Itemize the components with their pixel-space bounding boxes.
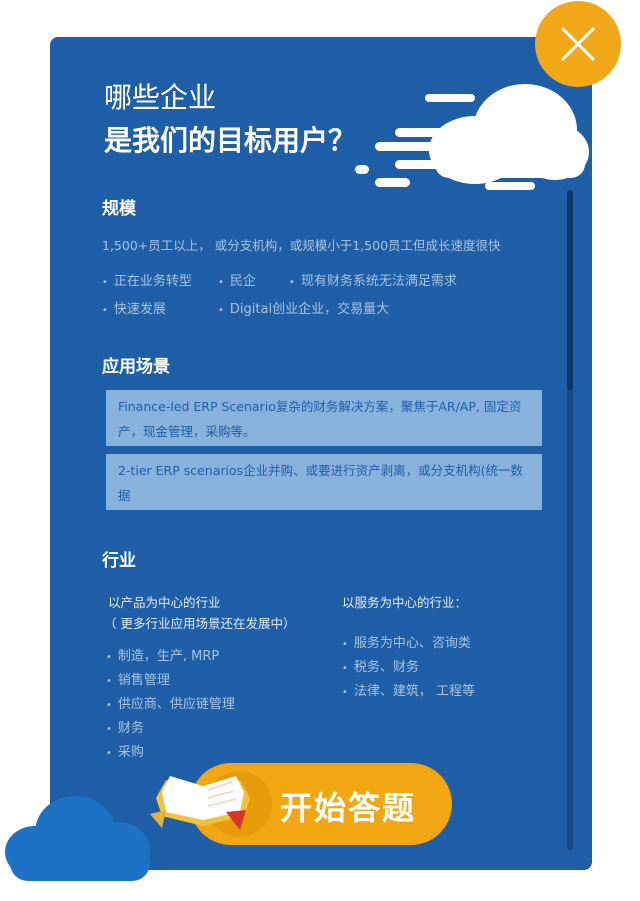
service-industry-item: 服务为中心、咨询类 <box>342 632 471 651</box>
product-industry-item: 供应商、供应链管理 <box>106 693 235 712</box>
scale-bullet: 正在业务转型 <box>102 270 192 289</box>
product-industry-note: （ 更多行业应用场景还在发展中） <box>104 616 296 631</box>
cloud-icon <box>355 84 589 190</box>
service-industry-item: 法律、建筑， 工程等 <box>342 680 475 699</box>
close-button[interactable] <box>535 1 621 87</box>
scenarios-heading: 应用场景 <box>102 357 170 377</box>
scenario-line: Finance-led ERP Scenario复杂的财务解决方案，聚焦于AR/… <box>118 399 522 414</box>
scale-description: 1,500+员工以上， 或分支机构，或规模小于1,500员工但成长速度很快 <box>102 238 501 253</box>
scale-heading: 规模 <box>102 199 136 219</box>
service-industry-heading: 以服务为中心的行业： <box>342 595 468 610</box>
industry-heading: 行业 <box>102 551 136 571</box>
close-icon <box>560 26 596 62</box>
scale-bullet: Digital创业企业，交易量大 <box>218 298 389 317</box>
scenario-line: 产，现金管理，采购等。 <box>118 424 256 439</box>
scenario-box: 2-tier ERP scenarios企业并购、或要进行资产剥离，或分支机构(… <box>106 454 542 528</box>
scenario-line: 2-tier ERP scenarios企业并购、或要进行资产剥离，或分支机构(… <box>118 463 524 503</box>
start-button-label: 开始答题 <box>280 789 417 827</box>
scrollbar-thumb[interactable] <box>567 190 573 390</box>
service-industry-item: 税务、财务 <box>342 656 419 675</box>
scenario-box: Finance-led ERP Scenario复杂的财务解决方案，聚焦于AR/… <box>106 390 542 446</box>
scale-bullet: 快速发展 <box>102 298 166 317</box>
product-industry-item: 销售管理 <box>106 669 170 688</box>
open-book-icon <box>150 776 250 830</box>
cloud-icon <box>5 796 150 881</box>
scale-bullet: 现有财务系统无法满足需求 <box>289 270 457 289</box>
page-title-line1: 哪些企业 <box>104 81 217 114</box>
product-industry-heading: 以产品为中心的行业 <box>108 595 221 610</box>
product-industry-item: 采购 <box>106 741 144 760</box>
scale-bullet: 民企 <box>218 270 256 289</box>
product-industry-item: 制造，生产, MRP <box>106 645 219 664</box>
page-title-line2: 是我们的目标用户？ <box>104 124 357 157</box>
product-industry-item: 财务 <box>106 717 144 736</box>
scenario-line: 模型，一样的用户体验，全球化支持， 端到端管理） <box>118 513 410 528</box>
